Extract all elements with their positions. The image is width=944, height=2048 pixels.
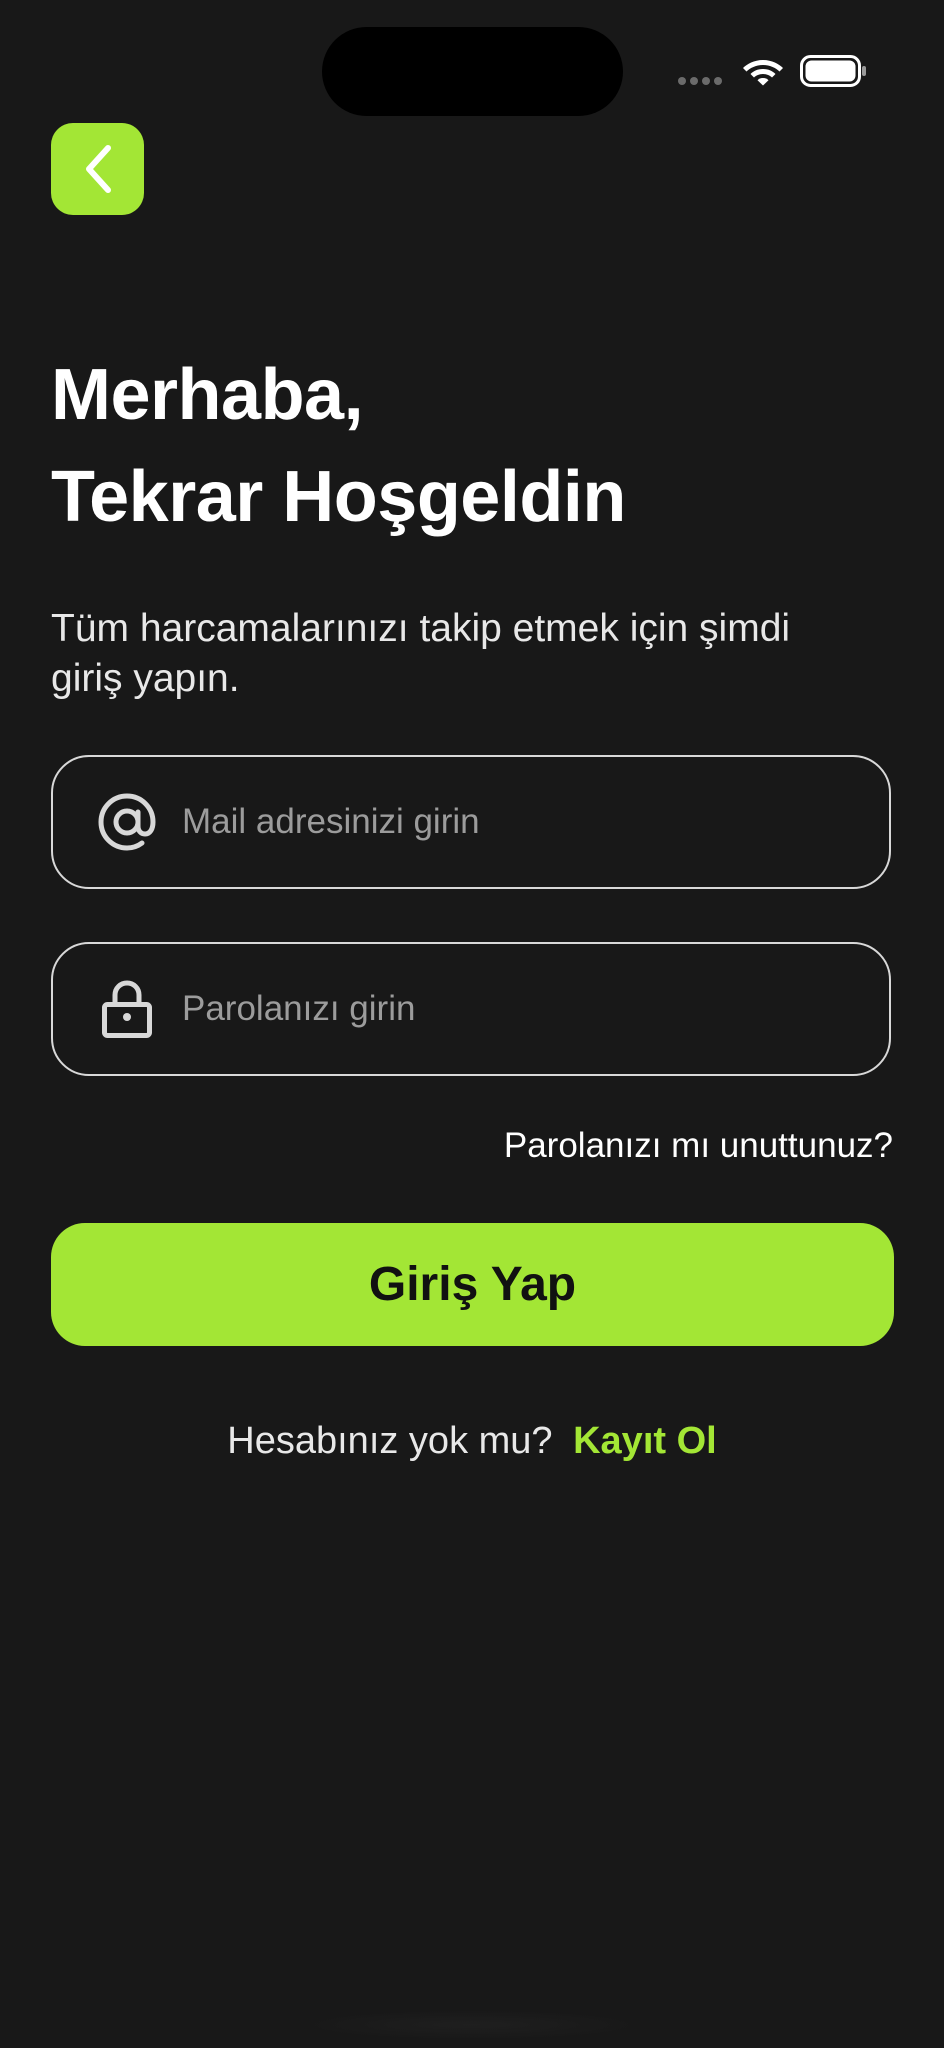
- page-title: Merhaba, Tekrar Hoşgeldin: [51, 344, 626, 548]
- signal-dots-icon: [678, 77, 728, 85]
- login-screen: Merhaba, Tekrar Hoşgeldin Tüm harcamalar…: [0, 0, 944, 2048]
- password-input[interactable]: [180, 988, 859, 1030]
- battery-icon: [800, 55, 866, 87]
- at-sign-icon: [97, 792, 157, 852]
- back-button[interactable]: [51, 123, 144, 215]
- signup-prompt-text: Hesabınız yok mu?: [227, 1420, 553, 1462]
- signup-link[interactable]: Kayıt Ol: [573, 1420, 717, 1462]
- signup-prompt-row: Hesabınız yok mu? Kayıt Ol: [0, 1420, 944, 1463]
- password-field[interactable]: [51, 942, 891, 1076]
- chevron-left-icon: [85, 145, 111, 193]
- home-indicator: [300, 2010, 644, 2040]
- login-button[interactable]: Giriş Yap: [51, 1223, 894, 1346]
- page-subtitle: Tüm harcamalarınızı takip etmek için şim…: [51, 607, 791, 700]
- email-input[interactable]: [180, 801, 859, 843]
- title-line-2: Tekrar Hoşgeldin: [51, 457, 626, 537]
- lock-icon: [97, 979, 157, 1039]
- wifi-icon: [743, 60, 783, 86]
- dynamic-island: [322, 27, 623, 116]
- title-line-1: Merhaba,: [51, 355, 364, 435]
- forgot-password-link[interactable]: Parolanızı mı unuttunuz?: [504, 1126, 893, 1166]
- email-field[interactable]: [51, 755, 891, 889]
